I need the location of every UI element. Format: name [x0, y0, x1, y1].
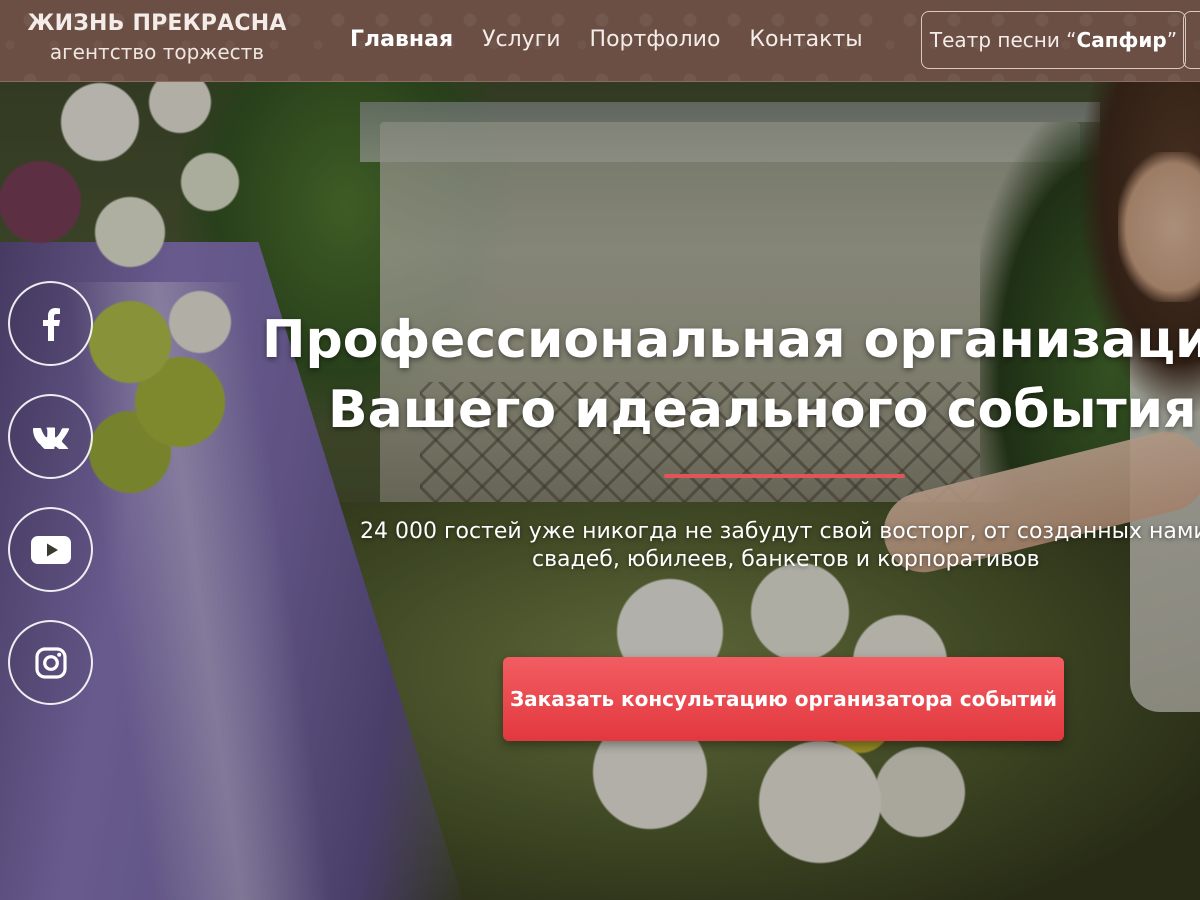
social-links — [8, 281, 93, 733]
nav-item-home[interactable]: Главная — [350, 25, 453, 55]
main-nav: Главная Услуги Портфолио Контакты — [350, 25, 892, 55]
youtube-icon[interactable] — [8, 507, 93, 592]
logo-subtitle: агентство торжеств — [49, 40, 265, 64]
theatre-button-name: Сапфир — [1076, 28, 1167, 52]
hero-title-line-1: Профессиональная организация — [262, 310, 1200, 370]
order-consultation-button[interactable]: Заказать консультацию организатора событ… — [503, 657, 1064, 741]
theatre-button-suffix: ” — [1166, 28, 1178, 52]
partial-header-button[interactable] — [1183, 11, 1200, 69]
nav-item-services[interactable]: Услуги — [482, 25, 560, 55]
hero-subtitle-line-1: 24 000 гостей уже никогда не забудут сво… — [360, 519, 1200, 544]
vk-icon[interactable] — [8, 394, 93, 479]
facebook-icon[interactable] — [8, 281, 93, 366]
logo[interactable]: ЖИЗНЬ ПРЕКРАСНА агентство торжеств — [26, 10, 288, 66]
logo-title: ЖИЗНЬ ПРЕКРАСНА — [27, 11, 287, 36]
nav-item-contacts[interactable]: Контакты — [749, 25, 862, 55]
theatre-button[interactable]: Театр песни “Сапфир” — [921, 11, 1186, 69]
theatre-button-prefix: Театр песни “ — [929, 28, 1077, 52]
title-divider — [664, 474, 905, 478]
hero-subtitle-line-2: свадеб, юбилеев, банкетов и корпоративов — [532, 547, 1040, 572]
nav-item-portfolio[interactable]: Портфолио — [590, 25, 721, 55]
site-header: ЖИЗНЬ ПРЕКРАСНА агентство торжеств Главн… — [0, 0, 1200, 82]
hero-dim-overlay — [0, 82, 1200, 900]
hero-section — [0, 82, 1200, 900]
hero-title: Профессиональная организация Вашего идеа… — [262, 305, 1200, 445]
instagram-icon[interactable] — [8, 620, 93, 705]
hero-subtitle: 24 000 гостей уже никогда не забудут сво… — [300, 518, 1200, 574]
hero-title-line-2: Вашего идеального события — [328, 380, 1197, 440]
